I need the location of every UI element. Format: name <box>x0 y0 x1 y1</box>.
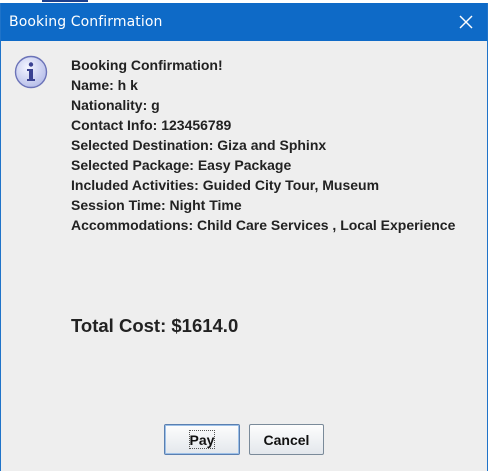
message-package: Selected Package: Easy Package <box>71 157 292 173</box>
dialog-window: Booking Confirmation Booking Confirmatio <box>0 3 488 471</box>
close-button[interactable] <box>453 9 479 35</box>
dialog-content: Booking Confirmation! Name: h k National… <box>1 41 487 471</box>
window-title: Booking Confirmation <box>9 14 163 30</box>
message-nationality: Nationality: g <box>71 97 160 113</box>
cancel-button[interactable]: Cancel <box>249 424 324 455</box>
pay-button-label: Pay <box>189 431 215 448</box>
message-name: Name: h k <box>71 77 138 93</box>
close-icon <box>459 15 473 29</box>
title-bar: Booking Confirmation <box>1 3 487 41</box>
background-tab-strip <box>42 0 88 2</box>
message-heading: Booking Confirmation! <box>71 57 223 73</box>
total-cost: Total Cost: $1614.0 <box>71 315 239 336</box>
confirmation-message: Booking Confirmation! Name: h k National… <box>71 55 483 235</box>
message-contact-info: Contact Info: 123456789 <box>71 117 232 133</box>
cancel-button-label: Cancel <box>263 431 310 448</box>
message-session-time: Session Time: Night Time <box>71 197 242 213</box>
pay-button[interactable]: Pay <box>164 424 240 455</box>
message-activities: Included Activities: Guided City Tour, M… <box>71 177 380 193</box>
message-destination: Selected Destination: Giza and Sphinx <box>71 137 327 153</box>
info-icon <box>14 55 48 89</box>
message-accommodations: Accommodations: Child Care Services , Lo… <box>71 217 456 233</box>
